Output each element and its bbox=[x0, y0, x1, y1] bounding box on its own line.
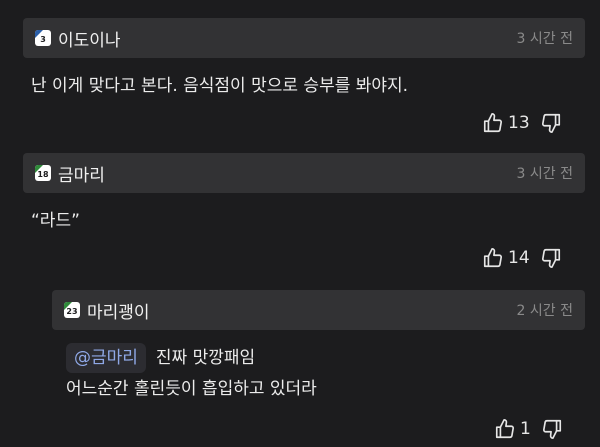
level-badge-icon: 18 bbox=[35, 165, 51, 181]
comment-text: “라드” bbox=[31, 211, 80, 231]
like-button[interactable]: 13 bbox=[482, 112, 530, 134]
reply-timestamp: 2 시간 전 bbox=[516, 303, 573, 319]
comment-actions: 14 bbox=[482, 247, 562, 269]
reply-actions: 1 bbox=[494, 418, 563, 440]
like-count: 1 bbox=[520, 419, 531, 439]
like-button[interactable]: 14 bbox=[482, 247, 530, 269]
thumbs-up-icon bbox=[495, 419, 515, 439]
author-nickname[interactable]: 마리괭이 bbox=[87, 298, 150, 323]
comment-timestamp: 3 시간 전 bbox=[516, 166, 573, 182]
reply-line-1: 진짜 맛깡패임 bbox=[155, 348, 256, 368]
like-button[interactable]: 1 bbox=[494, 418, 531, 440]
thumbs-down-icon[interactable] bbox=[541, 418, 563, 440]
thumbs-up-icon bbox=[483, 113, 503, 133]
like-count: 13 bbox=[508, 113, 530, 133]
reply-header: 23 마리괭이 2 시간 전 bbox=[52, 290, 585, 330]
comment-header: 3 이도이나 3 시간 전 bbox=[23, 18, 585, 58]
author-nickname[interactable]: 이도이나 bbox=[58, 26, 121, 51]
thumbs-down-icon[interactable] bbox=[540, 112, 562, 134]
level-badge-icon: 23 bbox=[64, 302, 80, 318]
like-count: 14 bbox=[508, 248, 530, 268]
level-badge-icon: 3 bbox=[35, 30, 51, 46]
comment-text: 난 이게 맞다고 본다. 음식점이 맛으로 승부를 봐야지. bbox=[31, 76, 409, 96]
thumbs-down-icon[interactable] bbox=[540, 247, 562, 269]
comment-timestamp: 3 시간 전 bbox=[516, 31, 573, 47]
comment-header: 18 금마리 3 시간 전 bbox=[23, 153, 585, 193]
thumbs-up-icon bbox=[483, 248, 503, 268]
author-nickname[interactable]: 금마리 bbox=[58, 161, 105, 186]
comment-thread: 3 이도이나 3 시간 전 난 이게 맞다고 본다. 음식점이 맛으로 승부를 … bbox=[0, 0, 600, 447]
mention-tag[interactable]: @금마리 bbox=[66, 343, 146, 373]
comment-actions: 13 bbox=[482, 112, 562, 134]
reply-text: @금마리 진짜 맛깡패임 bbox=[66, 343, 255, 373]
reply-line-2: 어느순간 홀린듯이 흡입하고 있더라 bbox=[66, 379, 317, 399]
